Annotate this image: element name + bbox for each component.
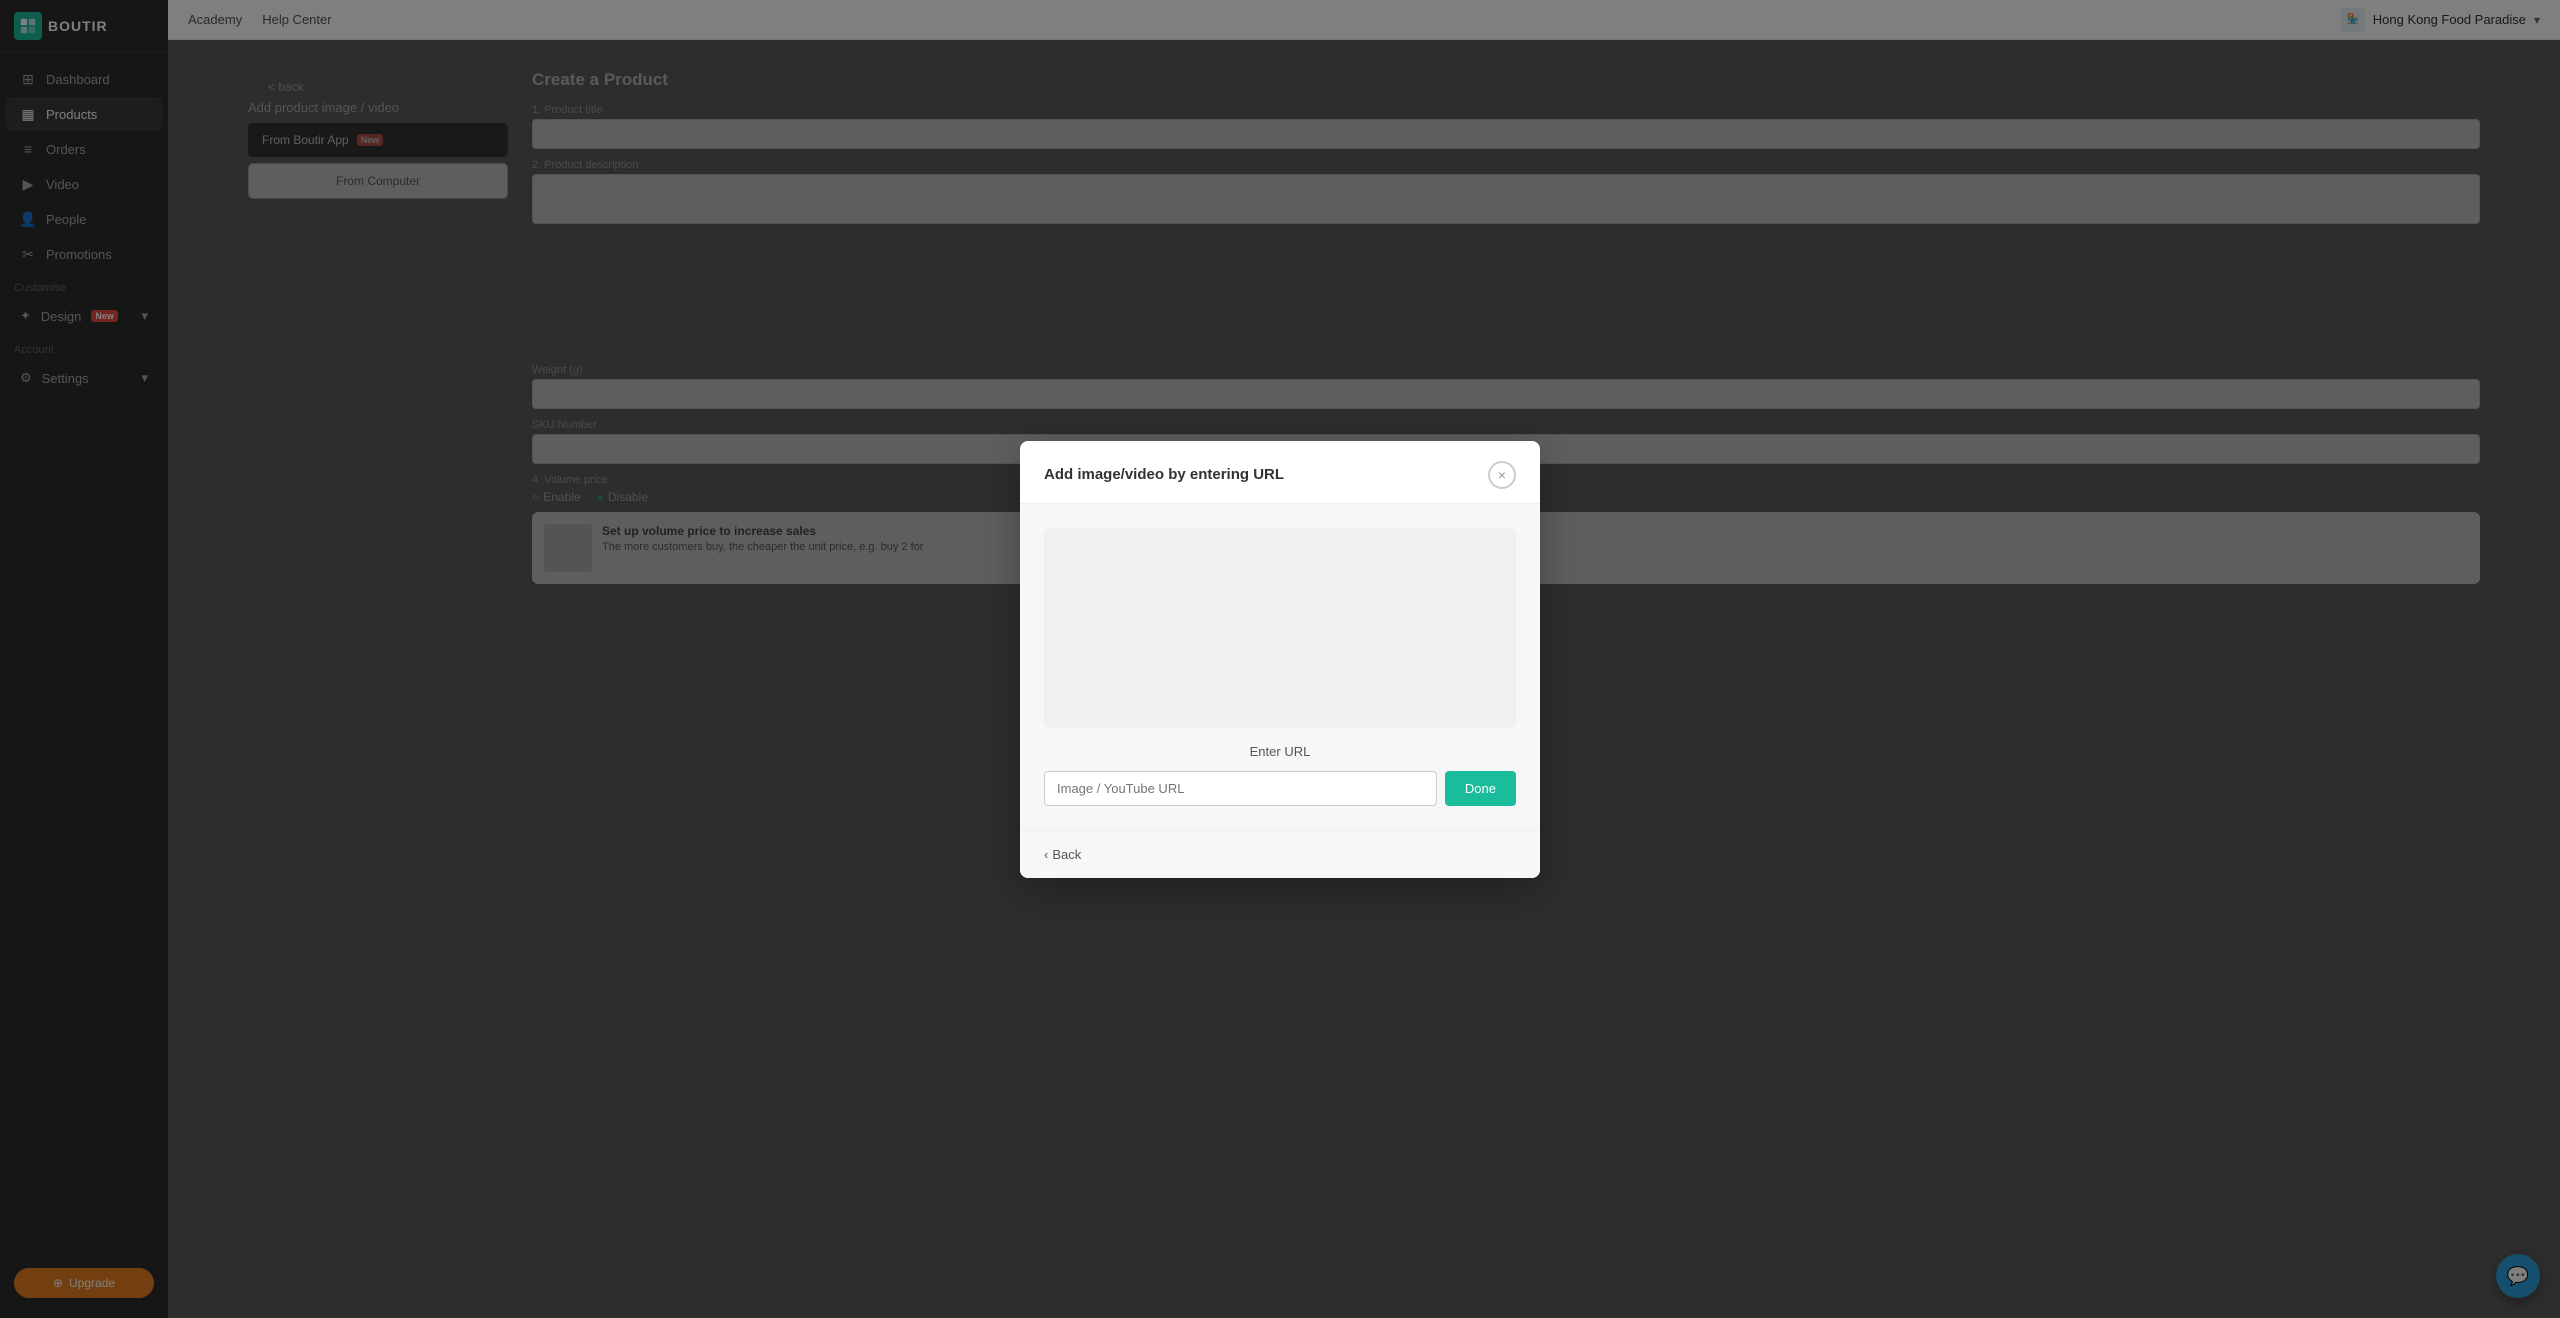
modal-body: Enter URL Done [1020,504,1540,830]
modal-header: Add image/video by entering URL × [1020,441,1540,504]
chevron-left-icon: ‹ [1044,847,1048,862]
modal-overlay: Add image/video by entering URL × Enter … [168,40,2560,1318]
add-url-modal: Add image/video by entering URL × Enter … [1020,441,1540,878]
back-label: Back [1052,847,1081,862]
url-input-row: Done [1044,771,1516,806]
modal-title: Add image/video by entering URL [1044,466,1284,483]
close-icon: × [1498,467,1506,483]
content-area: < back Add product image / video From Bo… [168,40,2560,1318]
done-button[interactable]: Done [1445,771,1516,806]
main-area: Academy Help Center 🏪 Hong Kong Food Par… [168,0,2560,1318]
modal-footer: ‹ Back [1020,830,1540,878]
modal-close-button[interactable]: × [1488,461,1516,489]
modal-back-button[interactable]: ‹ Back [1044,847,1081,862]
url-input[interactable] [1044,771,1437,806]
url-preview-area [1044,528,1516,728]
enter-url-label: Enter URL [1044,744,1516,759]
